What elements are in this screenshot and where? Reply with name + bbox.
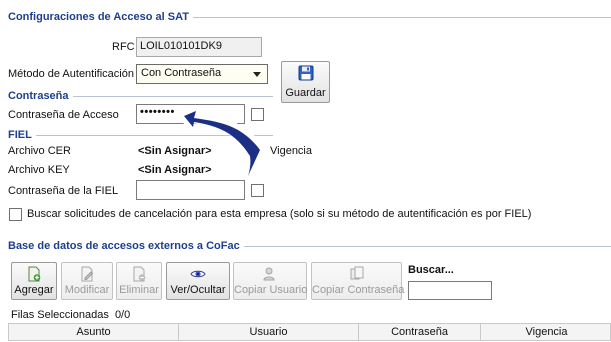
delete-button-label: Eliminar [119,284,159,296]
fiel-section-title: FIEL [8,129,36,141]
floppy-disk-icon [298,65,314,84]
column-header-vigencia[interactable]: Vigencia [481,324,611,341]
column-header-usuario[interactable]: Usuario [179,324,359,341]
chevron-down-icon [253,72,261,77]
toggle-view-button-label: Ver/Ocultar [170,284,226,296]
delete-button[interactable]: Eliminar [116,262,162,300]
cer-file-label: Archivo CER [8,145,71,157]
column-header-contrasena[interactable]: Contraseña [359,324,481,341]
cancel-search-checkbox[interactable] [9,208,22,221]
sat-section-title: Configuraciones de Acceso al SAT [8,11,193,23]
add-document-icon [26,266,42,285]
auth-method-label: Método de Autentificación [8,68,134,80]
save-button[interactable]: Guardar [281,61,330,103]
copy-user-icon [262,266,278,285]
copy-user-button[interactable]: Copiar Usuario [233,262,307,300]
add-button-label: Agregar [14,284,54,296]
fiel-password-label: Contraseña de la FIEL [8,185,119,197]
access-password-value: •••••••• [140,106,175,118]
access-grid-header: Asunto Usuario Contraseña Vigencia [8,323,611,341]
edit-document-icon [79,266,95,285]
rfc-field[interactable]: LOIL010101DK9 [136,37,262,57]
delete-document-icon [131,266,147,285]
external-section-title: Base de datos de accesos externos a CoFa… [8,240,244,252]
column-header-asunto[interactable]: Asunto [9,324,179,341]
selected-rows-label: Filas Seleccionadas 0/0 [11,309,131,321]
toggle-view-button[interactable]: Ver/Ocultar [166,262,230,300]
search-label: Buscar... [408,264,454,276]
add-button[interactable]: Agregar [11,262,57,300]
copy-user-button-label: Copiar Usuario [234,284,308,296]
eye-icon [190,266,206,285]
search-input[interactable] [408,281,492,300]
access-password-label: Contraseña de Acceso [8,109,119,121]
auth-method-value: Con Contraseña [141,67,222,79]
key-file-label: Archivo KEY [8,164,70,176]
annotation-arrow [180,105,267,179]
edit-button-label: Modificar [64,284,110,296]
edit-button[interactable]: Modificar [61,262,113,300]
save-button-label: Guardar [285,87,326,99]
rfc-label: RFC [112,41,135,53]
copy-password-button[interactable]: Copiar Contraseña [311,262,405,300]
password-section-title: Contraseña [8,90,73,102]
cancel-search-label[interactable]: Buscar solicitudes de cancelación para e… [27,208,531,220]
copy-password-icon [349,266,365,285]
copy-password-button-label: Copiar Contraseña [312,284,405,296]
auth-method-select[interactable]: Con Contraseña [136,64,268,84]
